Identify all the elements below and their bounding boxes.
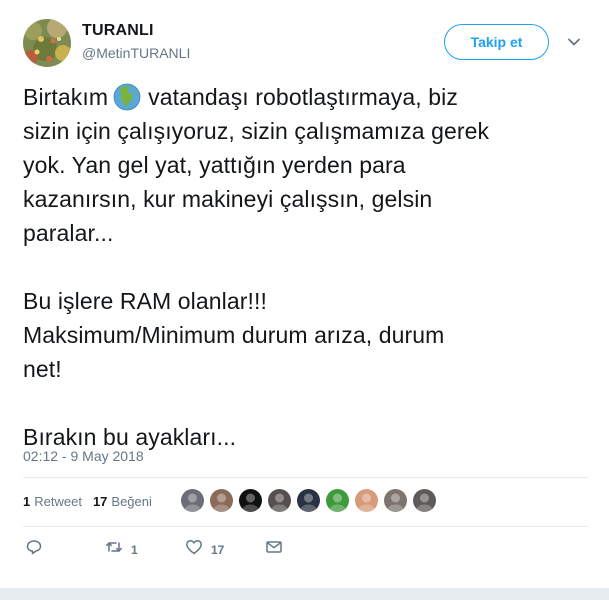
retweet-button[interactable]: 1: [105, 538, 138, 561]
tweet-timestamp[interactable]: 02:12 - 9 May 2018: [23, 448, 144, 464]
globe-africa-emoji: [112, 82, 142, 112]
retweet-stat[interactable]: 1 Retweet: [23, 494, 82, 509]
tweet-line: Maksimum/Minimum durum arıza, durum: [23, 322, 445, 348]
liker-avatar[interactable]: [413, 489, 436, 512]
user-display-name[interactable]: TURANLI: [82, 22, 154, 40]
user-handle[interactable]: @MetinTURANLI: [82, 45, 190, 61]
tweet-line: sizin için çalışıyoruz, sizin çalışmamız…: [23, 118, 490, 144]
liker-avatar[interactable]: [326, 489, 349, 512]
like-stat[interactable]: 17 Beğeni: [93, 494, 152, 509]
tweet-card: TURANLI @MetinTURANLI Takip et Birtakım …: [0, 0, 609, 588]
tweet-line: Bu işlere RAM olanlar!!!: [23, 288, 267, 314]
liker-avatar[interactable]: [239, 489, 262, 512]
like-button[interactable]: 17: [185, 538, 224, 561]
heart-icon: [185, 538, 203, 561]
tweet-line: kazanırsın, kur makineyi çalışsın, gelsi…: [23, 186, 433, 212]
retweet-count: 1: [131, 542, 138, 557]
tweet-text: Birtakım vatandaşı robotlaştırmaya, biz …: [23, 80, 593, 488]
reply-button[interactable]: [25, 538, 43, 561]
retweet-icon: [105, 538, 123, 561]
timeline-background: [0, 588, 609, 600]
direct-message-button[interactable]: [265, 538, 283, 561]
divider: [23, 526, 588, 527]
tweet-actions: 1 17: [0, 538, 609, 562]
follow-button[interactable]: Takip et: [444, 24, 549, 60]
tweet-line: net!: [23, 356, 62, 382]
like-count: 17: [211, 542, 225, 557]
divider: [23, 477, 588, 478]
liker-avatar[interactable]: [181, 489, 204, 512]
tweet-line: paralar...: [23, 220, 114, 246]
liker-avatars: [181, 489, 442, 512]
chevron-down-icon[interactable]: [566, 34, 582, 50]
reply-icon: [25, 538, 43, 561]
tweet-stats: 1 Retweet 17 Beğeni: [23, 494, 163, 509]
liker-avatar[interactable]: [384, 489, 407, 512]
avatar[interactable]: [23, 19, 71, 67]
envelope-icon: [265, 538, 283, 561]
tweet-paragraph-2: Bu işlere RAM olanlar!!! Maksimum/Minimu…: [23, 284, 593, 386]
liker-avatar[interactable]: [297, 489, 320, 512]
tweet-paragraph-1: Birtakım vatandaşı robotlaştırmaya, biz …: [23, 80, 593, 250]
liker-avatar[interactable]: [268, 489, 291, 512]
tweet-line: yok. Yan gel yat, yattığın yerden para: [23, 152, 406, 178]
liker-avatar[interactable]: [210, 489, 233, 512]
liker-avatar[interactable]: [355, 489, 378, 512]
tweet-line: Birtakım vatandaşı robotlaştırmaya, biz: [23, 82, 458, 112]
